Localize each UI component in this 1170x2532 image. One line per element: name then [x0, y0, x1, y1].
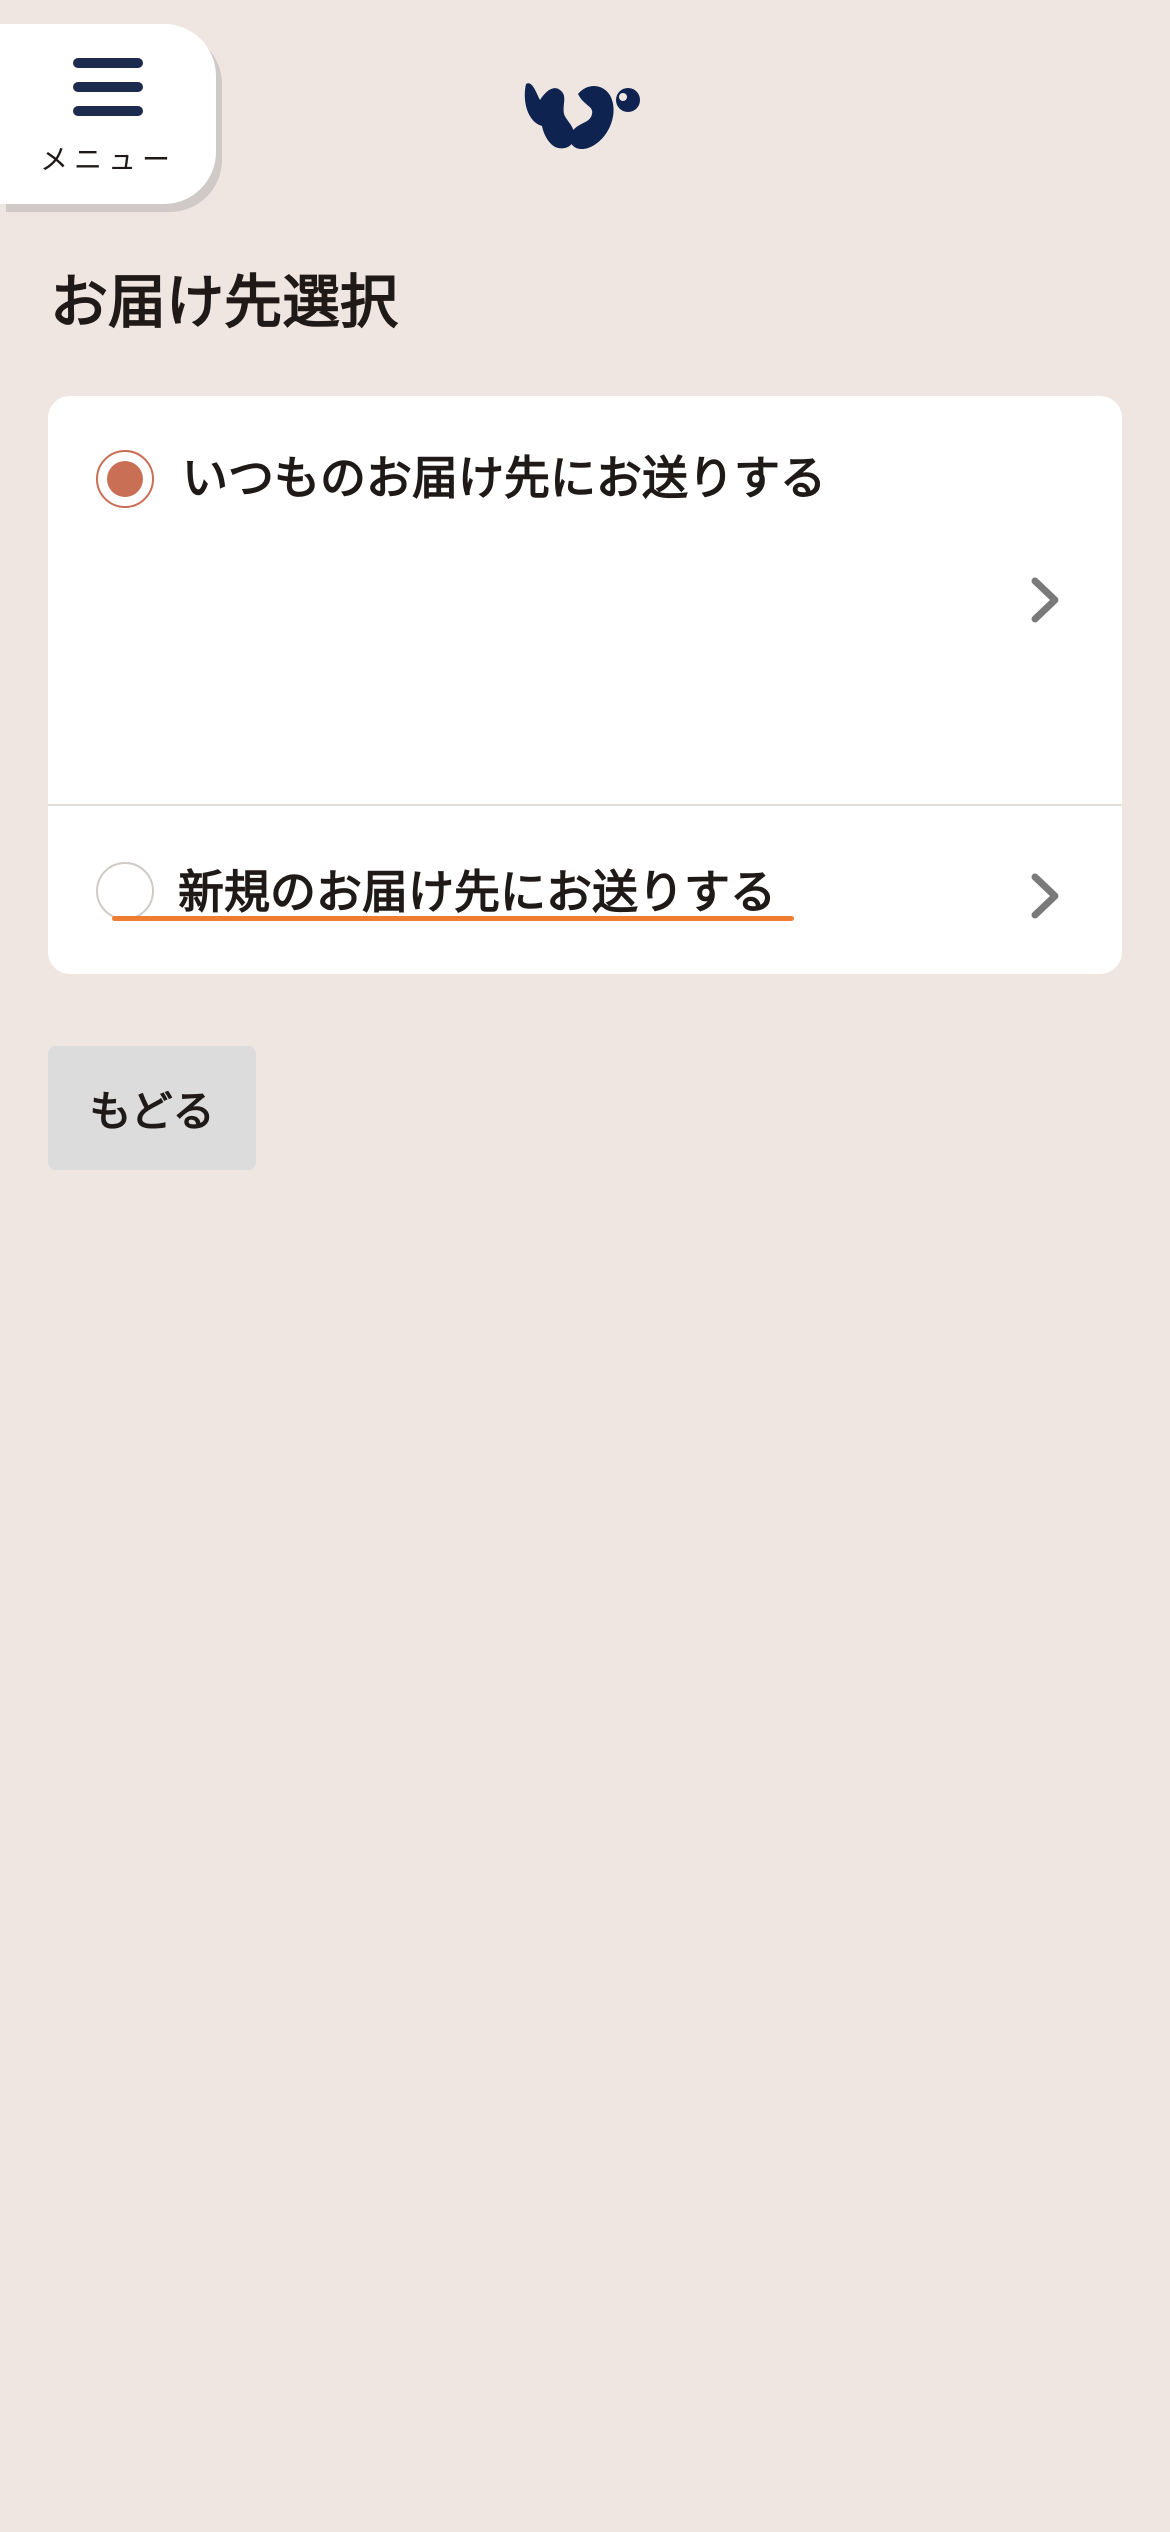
radio-button[interactable] — [96, 862, 154, 920]
focus-underline — [112, 916, 794, 921]
hamburger-menu-icon — [73, 58, 143, 116]
menu-label: メニュー — [39, 143, 176, 176]
chevron-right-icon — [1031, 577, 1059, 623]
menu-button[interactable]: メニュー — [0, 24, 216, 204]
option-label: いつものお届け先にお送りする — [182, 451, 826, 505]
delivery-options-card: いつものお届け先にお送りする 新規のお届け先にお送りする — [48, 396, 1122, 974]
back-button[interactable]: もどる — [48, 1046, 256, 1170]
option-label: 新規のお届け先にお送りする — [178, 865, 776, 919]
radio-button-selected[interactable] — [96, 450, 154, 508]
squirrel-logo-icon[interactable] — [520, 70, 648, 156]
option-new-address[interactable]: 新規のお届け先にお送りする — [48, 806, 1122, 974]
chevron-right-icon — [1031, 873, 1059, 919]
option-usual-address[interactable]: いつものお届け先にお送りする — [48, 396, 1122, 806]
page-title: お届け先選択 — [50, 268, 399, 336]
